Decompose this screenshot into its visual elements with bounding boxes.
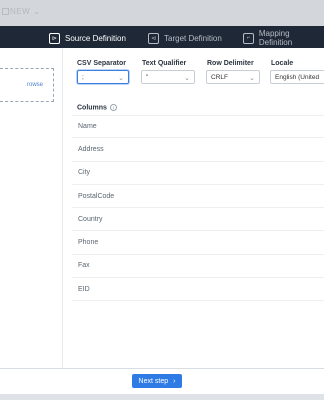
step-label: Source Definition	[65, 33, 126, 43]
next-step-button[interactable]: Next step ›	[132, 374, 182, 388]
bottom-backdrop	[0, 394, 324, 400]
csv-separator-label: CSV Separator	[77, 60, 127, 67]
source-icon: ⊳	[49, 32, 60, 44]
step-target-definition[interactable]: ⊲ Target Definition	[148, 32, 222, 44]
wizard-steps: ⊳ Source Definition ⊲ Target Definition …	[0, 26, 324, 48]
column-name: City	[78, 169, 91, 177]
chevron-down-icon: ⌄	[184, 75, 190, 82]
mapping-icon: ⌐	[243, 32, 254, 44]
row-delimiter-select[interactable]: CRLF ⌄	[206, 70, 260, 84]
list-item[interactable]: City	[72, 162, 324, 185]
locale-label: Locale	[271, 60, 294, 67]
column-name: Name	[78, 123, 97, 131]
list-item[interactable]: Fax	[72, 255, 324, 279]
chevron-down-icon: ⌄	[118, 75, 124, 82]
column-name: Address	[78, 145, 104, 153]
wizard-footer: Next step ›	[0, 368, 324, 395]
step-label: Mapping Definition	[258, 29, 293, 47]
browse-link[interactable]: rowse	[27, 82, 43, 88]
step-mapping-definition[interactable]: ⌐ Mapping Definition	[243, 29, 324, 47]
column-name: Fax	[78, 262, 90, 270]
column-name: PostalCode	[78, 192, 115, 200]
document-title[interactable]: NEW ⌄	[10, 7, 40, 16]
text-qualifier-select[interactable]: " ⌄	[141, 70, 195, 84]
locale-value: English (United	[275, 73, 320, 81]
file-dropzone[interactable]: rowse	[0, 68, 54, 102]
home-icon[interactable]	[2, 8, 9, 15]
columns-heading: Columns i	[77, 104, 117, 111]
file-drop-pane: rowse	[0, 48, 63, 368]
list-item[interactable]: Phone	[72, 231, 324, 255]
csv-separator-select[interactable]: ; ⌄	[77, 70, 129, 84]
row-delimiter-label: Row Delimiter	[207, 60, 254, 67]
app-topbar: NEW ⌄	[0, 0, 324, 26]
column-name: Country	[78, 215, 103, 223]
csv-separator-value: ;	[82, 73, 84, 81]
text-qualifier-value: "	[146, 73, 149, 81]
chevron-down-icon: ⌄	[33, 7, 41, 16]
text-qualifier-label: Text Qualifier	[142, 60, 187, 67]
locale-select[interactable]: English (United	[270, 70, 324, 84]
step-label: Target Definition	[164, 33, 222, 43]
list-item[interactable]: Country	[72, 208, 324, 232]
list-item[interactable]: Address	[72, 138, 324, 162]
target-icon: ⊲	[148, 32, 159, 44]
list-item[interactable]: EID	[72, 278, 324, 302]
list-item[interactable]: Name	[72, 115, 324, 139]
next-step-label: Next step	[138, 377, 169, 385]
column-name: EID	[78, 285, 90, 293]
columns-label: Columns	[77, 104, 107, 112]
source-definition-panel: rowse CSV Separator ; ⌄ Text Qualifier "…	[0, 48, 324, 368]
column-name: Phone	[78, 239, 99, 247]
columns-list: Name Address City PostalCode Country Pho…	[72, 115, 324, 302]
chevron-right-icon: ›	[173, 377, 176, 385]
row-delimiter-value: CRLF	[211, 73, 228, 81]
step-source-definition[interactable]: ⊳ Source Definition	[49, 32, 126, 44]
info-icon[interactable]: i	[109, 104, 117, 111]
list-item[interactable]: PostalCode	[72, 185, 324, 209]
chevron-down-icon: ⌄	[249, 75, 255, 82]
